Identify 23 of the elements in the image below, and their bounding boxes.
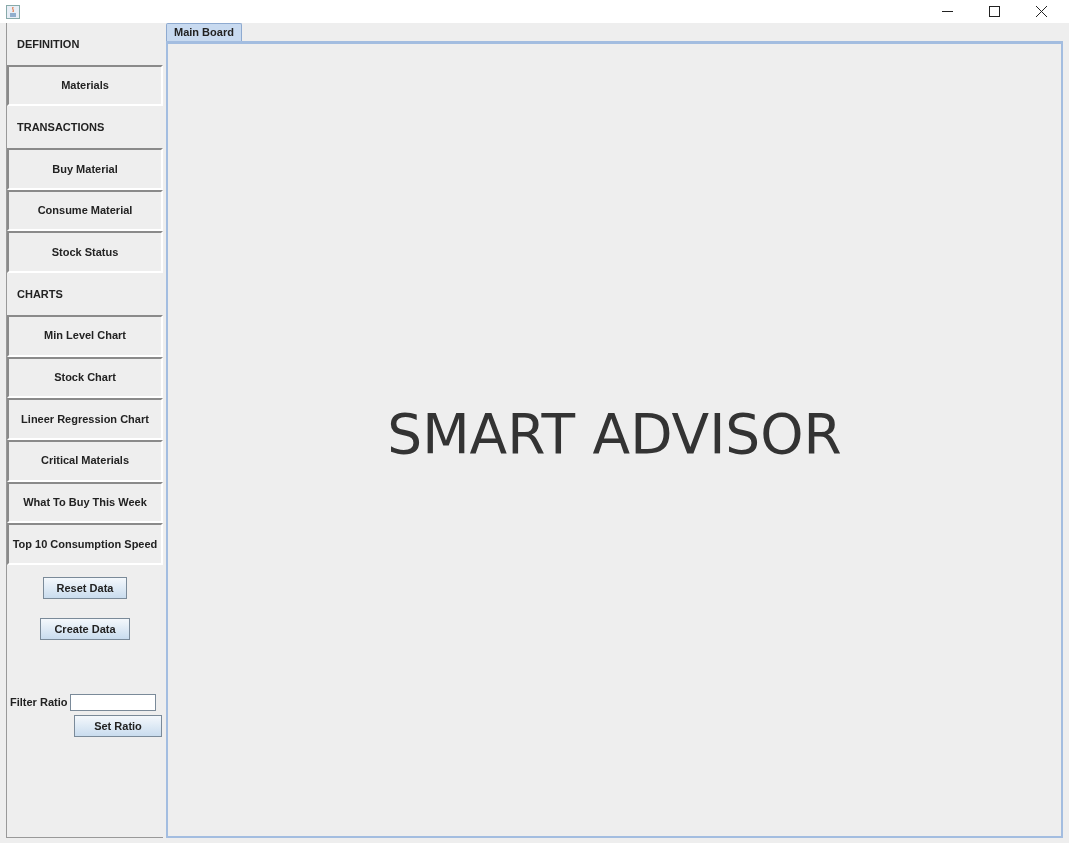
- filter-label: Filter Ratio: [10, 695, 68, 711]
- close-icon[interactable]: [1036, 6, 1047, 17]
- sidebar-button[interactable]: Lineer Regression Chart: [7, 398, 163, 440]
- action-button[interactable]: Reset Data: [42, 576, 128, 599]
- action-button[interactable]: Create Data: [40, 617, 130, 640]
- section-heading: DEFINITION: [17, 36, 80, 52]
- sidebar-button[interactable]: Critical Materials: [7, 439, 163, 482]
- section-heading: CHARTS: [17, 286, 63, 302]
- sidebar-button[interactable]: Stock Status: [7, 231, 163, 274]
- section-heading: TRANSACTIONS: [17, 119, 105, 135]
- sidebar-button[interactable]: Materials: [7, 64, 163, 107]
- app-icon: [6, 4, 20, 19]
- maximize-icon[interactable]: [989, 6, 1000, 17]
- filter-ratio-field[interactable]: [70, 693, 157, 711]
- sidebar-button[interactable]: Consume Material: [7, 189, 163, 232]
- sidebar-button[interactable]: Stock Chart: [7, 356, 163, 399]
- sidebar-button[interactable]: Min Level Chart: [7, 314, 163, 357]
- sidebar-button[interactable]: Top 10 Consumption Speed: [7, 523, 163, 565]
- set-ratio-button[interactable]: Set Ratio: [74, 714, 162, 737]
- tab[interactable]: Main Board: [166, 23, 242, 41]
- app-title: SMART ADVISOR: [387, 400, 842, 468]
- sidebar-button[interactable]: Buy Material: [7, 148, 163, 190]
- sidebar-button[interactable]: What To Buy This Week: [7, 481, 163, 524]
